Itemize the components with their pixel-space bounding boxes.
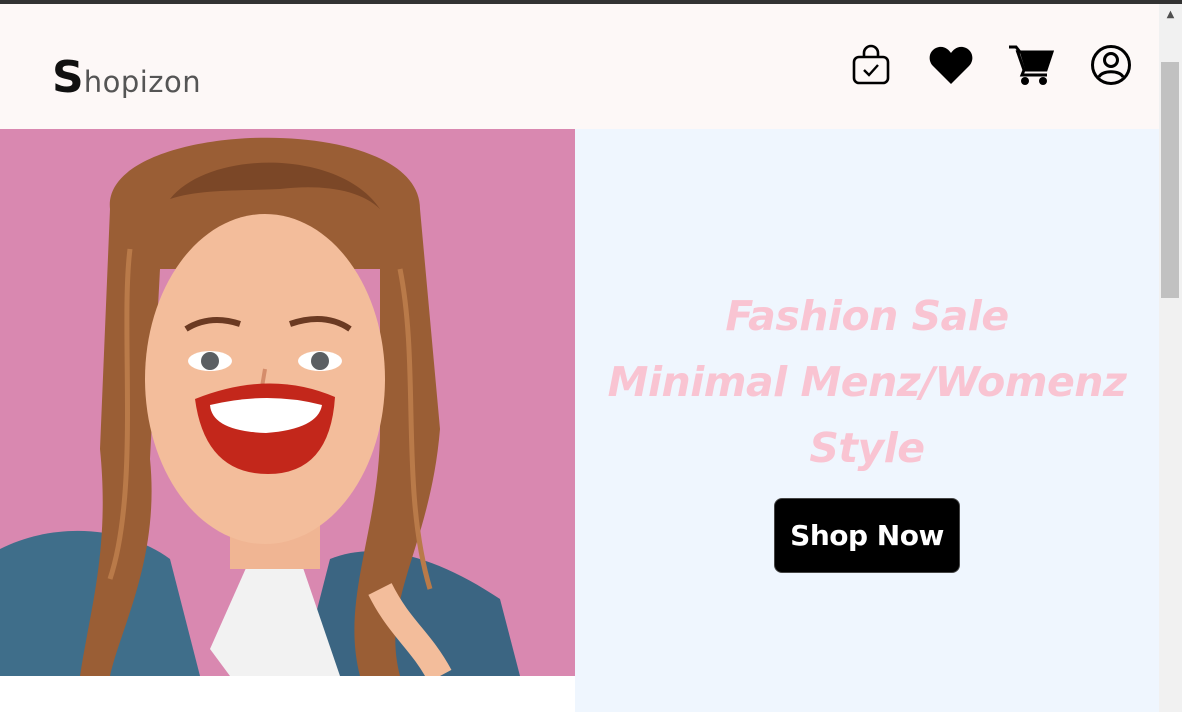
vertical-scrollbar[interactable]: ▲ — [1159, 4, 1182, 712]
hero-image — [0, 129, 575, 676]
brand-logo-initial: S — [52, 52, 84, 103]
hero-headline: Fashion Sale Minimal Menz/Womenz Style — [575, 283, 1159, 481]
brand-logo-text: hopizon — [83, 65, 202, 99]
shop-now-button[interactable]: Shop Now — [774, 498, 960, 573]
nav-icon-group — [848, 42, 1134, 88]
brand-logo[interactable]: Shopizon — [52, 56, 201, 100]
hero-headline-line-3: Style — [809, 424, 925, 472]
navbar: Shopizon — [0, 4, 1159, 129]
heart-icon[interactable] — [928, 42, 974, 88]
scrollbar-thumb[interactable] — [1161, 62, 1179, 298]
orders-bag-icon[interactable] — [848, 42, 894, 88]
hero-headline-line-2: Minimal Menz/Womenz — [607, 358, 1127, 406]
scroll-up-arrow-icon[interactable]: ▲ — [1159, 4, 1182, 24]
hero-portrait-illustration — [0, 129, 575, 676]
page: Shopizon Fashion Sale Minimal Menz/Women… — [0, 4, 1159, 712]
hero-promo-panel: Fashion Sale Minimal Menz/Womenz Style S… — [575, 129, 1159, 712]
hero-headline-line-1: Fashion Sale — [725, 292, 1009, 340]
user-icon[interactable] — [1088, 42, 1134, 88]
cart-icon[interactable] — [1008, 42, 1054, 88]
